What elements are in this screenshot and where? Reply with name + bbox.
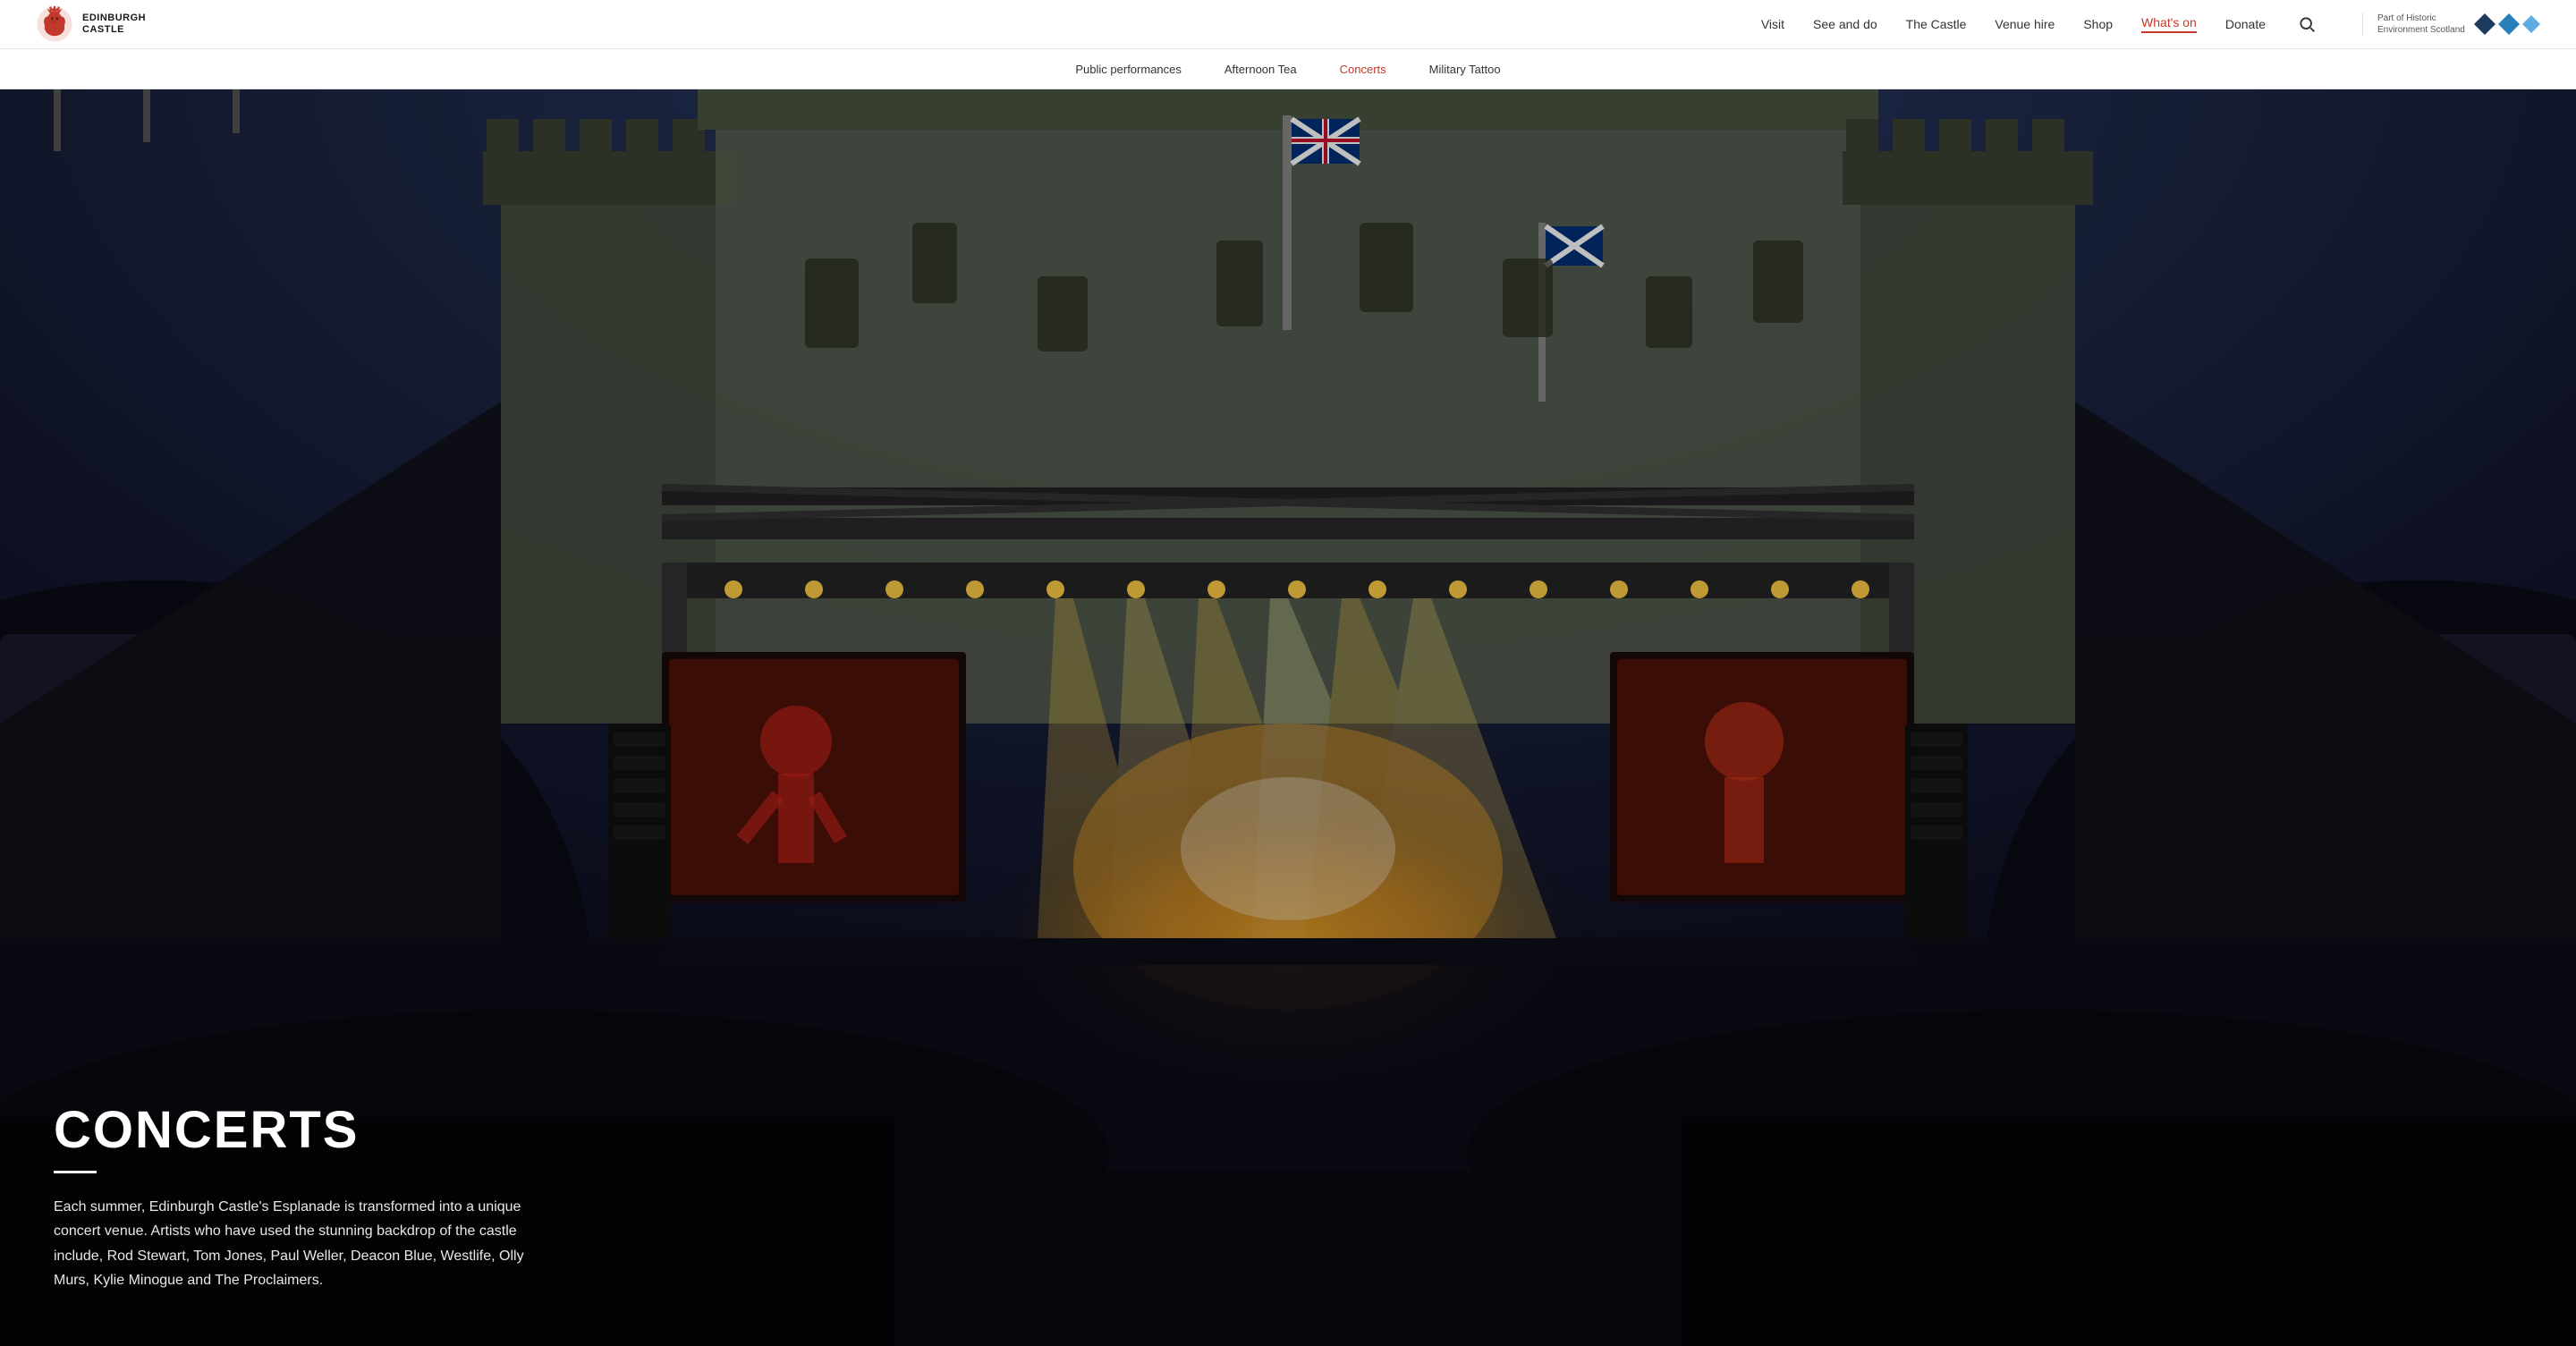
logo-text-block: EDINBURGH CASTLE: [82, 13, 146, 36]
partner-logo-area: Part of Historic Environment Scotland: [2362, 13, 2540, 36]
header: EDINBURGH CASTLE Visit See and do The Ca…: [0, 0, 2576, 89]
hes-diamond-2: [2498, 13, 2520, 35]
subnav-concerts[interactable]: Concerts: [1340, 63, 1386, 76]
nav-shop[interactable]: Shop: [2083, 17, 2113, 31]
hero-content: CONCERTS Each summer, Edinburgh Castle's…: [0, 1069, 805, 1346]
search-button[interactable]: [2294, 12, 2319, 37]
hero-description: Each summer, Edinburgh Castle's Esplanad…: [54, 1195, 555, 1292]
sub-nav: Public performances Afternoon Tea Concer…: [0, 49, 2576, 89]
partner-text: Part of Historic Environment Scotland: [2377, 13, 2467, 36]
header-top: EDINBURGH CASTLE Visit See and do The Ca…: [0, 0, 2576, 49]
castle-logo-icon: [36, 5, 73, 43]
hero-section: CONCERTS Each summer, Edinburgh Castle's…: [0, 89, 2576, 1346]
hes-diamond-1: [2474, 13, 2496, 35]
hero-divider: [54, 1171, 97, 1173]
site-logo[interactable]: EDINBURGH CASTLE: [36, 5, 146, 43]
hero-title: CONCERTS: [54, 1105, 751, 1156]
nav-venue-hire[interactable]: Venue hire: [1995, 17, 2055, 31]
main-nav: Visit See and do The Castle Venue hire S…: [1761, 12, 2540, 37]
nav-donate[interactable]: Donate: [2225, 17, 2266, 31]
search-icon: [2298, 15, 2316, 33]
hes-diamond-3: [2522, 15, 2540, 33]
subnav-military-tattoo[interactable]: Military Tattoo: [1429, 63, 1501, 76]
hes-logo: [2474, 13, 2540, 35]
nav-the-castle[interactable]: The Castle: [1906, 17, 1967, 31]
nav-see-and-do[interactable]: See and do: [1813, 17, 1877, 31]
subnav-public-performances[interactable]: Public performances: [1075, 63, 1182, 76]
nav-whats-on[interactable]: What's on: [2141, 15, 2197, 33]
subnav-afternoon-tea[interactable]: Afternoon Tea: [1224, 63, 1297, 76]
logo-line1: EDINBURGH: [82, 13, 146, 24]
logo-line2: CASTLE: [82, 24, 146, 36]
nav-visit[interactable]: Visit: [1761, 17, 1784, 31]
